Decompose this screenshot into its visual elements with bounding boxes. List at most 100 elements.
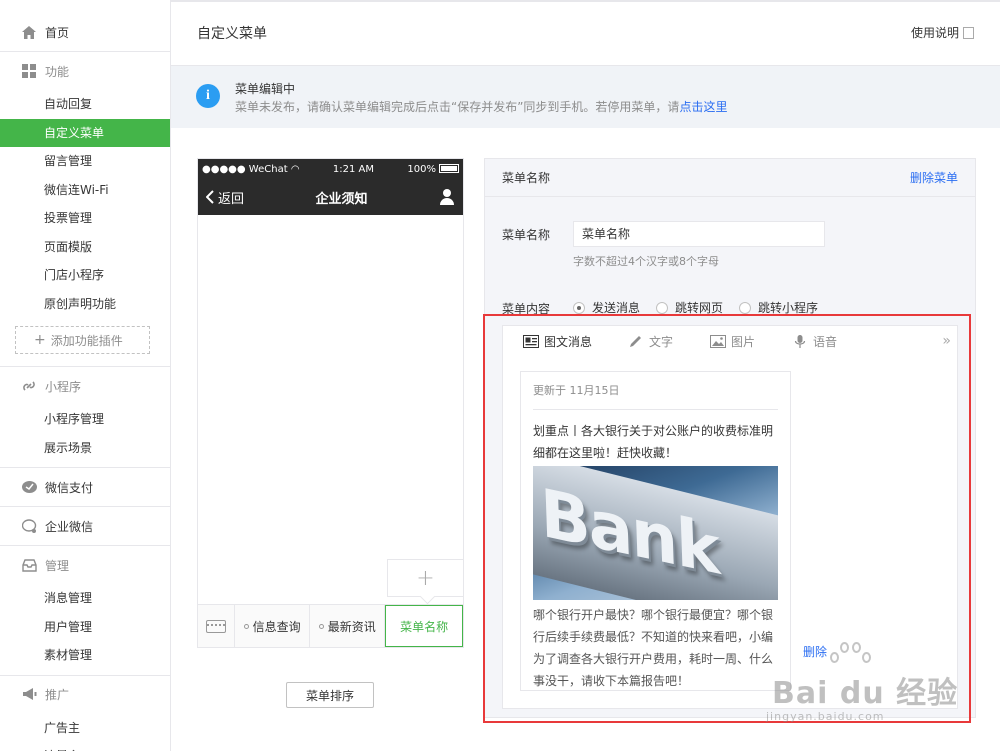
menu-name-input[interactable]: 菜单名称 [573,221,825,247]
sidebar-group-title: 管理 [0,546,170,584]
sidebar-group-title: 推广 [0,676,170,714]
menu-editor-panel: 菜单名称 删除菜单 菜单名称 菜单名称 字数不超过4个汉字或8个字母 菜单内容 … [484,158,976,718]
keyboard-icon [206,619,226,633]
radio-jump-miniprogram[interactable]: 跳转小程序 [739,299,818,316]
editor-header: 菜单名称 删除菜单 [485,159,975,197]
menu-item[interactable]: 信息查询 [235,605,311,647]
sidebar-item-custom-menu[interactable]: 自定义菜单 [0,118,170,147]
help-label: 使用说明 [910,26,959,40]
menu-item-selected[interactable]: 菜单名称 [385,605,463,647]
sidebar-item-scenes[interactable]: 展示场景 [0,434,170,463]
sidebar-home-label: 首页 [45,25,70,40]
battery-text: 100% [407,163,436,175]
status-time: 1:21 AM [332,163,375,175]
sidebar-item-auto-reply[interactable]: 自动回复 [0,90,170,119]
article-title: 划重点丨各大银行关于对公账户的收费标准明细都在这里啦！赶快收藏！ [533,424,774,460]
back-button[interactable]: 返回 [206,188,244,207]
sidebar-item-page-template[interactable]: 页面模版 [0,233,170,262]
sidebar-item-comments[interactable]: 留言管理 [0,147,170,176]
status-bar: ●●●●● WeChat ◠ 1:21 AM 100% [198,159,463,179]
radio-label: 发送消息 [592,301,641,315]
add-plugin-button[interactable]: + 添加功能插件 [15,326,150,354]
chat-icon [21,518,37,534]
sidebar-group-title: 小程序 [0,367,170,405]
delete-menu-link[interactable]: 删除菜单 [910,169,958,186]
sidebar-item-publisher[interactable]: 流量主 [0,742,170,751]
radio-send-message[interactable]: 发送消息 [573,299,640,316]
sidebar-item-wifi[interactable]: 微信连Wi-Fi [0,176,170,205]
notice-banner: i 菜单编辑中 菜单未发布，请确认菜单编辑完成后点击“保存并发布”同步到手机。若… [171,66,1000,128]
add-submenu-button[interactable]: + [387,559,464,597]
menu-item[interactable]: 最新资讯 [310,605,386,647]
grid-icon [21,63,37,79]
sidebar-item-wechat-pay[interactable]: 微信支付 [0,468,170,506]
menu-item-label: 菜单名称 [400,619,449,634]
pencil-icon [630,336,641,347]
sidebar-item-users[interactable]: 用户管理 [0,613,170,642]
phone-title: 企业须知 [315,191,368,207]
plus-icon: + [416,565,435,591]
tab-voice[interactable]: 语音 [792,333,874,350]
radio-icon [656,301,669,314]
tab-text[interactable]: 文字 [628,333,710,350]
sidebar-item-messages[interactable]: 消息管理 [0,584,170,613]
group-label-miniprogram: 小程序 [45,379,82,394]
battery-icon [438,164,459,173]
info-icon: i [196,84,220,108]
dot-icon [243,623,249,629]
article-cover-image: Bank [533,466,778,600]
sidebar-item-miniprogram-manage[interactable]: 小程序管理 [0,405,170,434]
wifi-icon: ◠ [290,163,300,175]
name-hint: 字数不超过4个汉字或8个字母 [573,255,719,268]
link-icon [21,378,37,394]
notice-link[interactable]: 点击这里 [679,100,727,114]
sidebar-item-original-declaration[interactable]: 原创声明功能 [0,290,170,319]
help-link[interactable]: 使用说明 [911,24,974,41]
message-type-tabs: 图文消息 文字 图片 语音 [503,326,957,358]
carrier-label: ●●●●● WeChat ◠ [202,164,300,175]
plus-icon: + [34,332,46,348]
sidebar-item-store-miniprogram[interactable]: 门店小程序 [0,261,170,290]
chevron-left-icon [206,190,214,204]
sidebar-item-advertiser[interactable]: 广告主 [0,714,170,743]
sidebar-item-vote[interactable]: 投票管理 [0,204,170,233]
content-type-radios: 发送消息 跳转网页 跳转小程序 [573,299,818,316]
megaphone-icon [21,687,37,703]
article-date: 更新于 11月15日 [533,372,778,410]
inbox-icon [21,557,37,573]
main-content: 自定义菜单 使用说明 i 菜单编辑中 菜单未发布，请确认菜单编辑完成后点击“保存… [171,0,1000,751]
group-label-pay: 微信支付 [45,480,94,495]
delete-article-link[interactable]: 删除 [803,643,827,660]
content-label: 菜单内容 [502,302,551,316]
editor-title: 菜单名称 [502,171,551,185]
radio-icon [739,301,752,314]
sidebar-item-materials[interactable]: 素材管理 [0,641,170,670]
sidebar-item-home[interactable]: 首页 [0,16,170,48]
wechat-pay-icon [21,479,37,495]
double-chevron-right-icon[interactable]: » [942,333,951,349]
tab-label: 文字 [649,335,674,349]
tab-rich-article[interactable]: 图文消息 [523,333,628,350]
menu-item-label: 信息查询 [252,619,301,634]
microphone-icon [794,335,806,348]
group-label-features: 功能 [45,64,70,79]
sidebar-group-features: 功能 自动回复 自定义菜单 留言管理 微信连Wi-Fi 投票管理 页面模版 门店… [0,52,170,367]
notice-message: 菜单未发布，请确认菜单编辑完成后点击“保存并发布”同步到手机。若停用菜单，请点击… [235,98,727,116]
user-icon[interactable] [439,189,455,205]
sidebar-item-work-wechat[interactable]: 企业微信 [0,507,170,545]
article-icon [523,335,539,348]
page-header: 自定义菜单 使用说明 [171,0,1000,66]
sidebar-group-promote: 推广 广告主 流量主 [0,676,170,751]
phone-preview: ●●●●● WeChat ◠ 1:21 AM 100% 返回 企业须知 + 信息… [197,158,464,648]
tab-image[interactable]: 图片 [710,333,792,350]
sidebar-group-manage: 管理 消息管理 用户管理 素材管理 [0,546,170,676]
phone-header: ●●●●● WeChat ◠ 1:21 AM 100% 返回 企业须知 [198,159,463,215]
menu-sort-button[interactable]: 菜单排序 [286,682,374,708]
dot-icon [318,623,324,629]
keyboard-toggle[interactable] [198,605,235,647]
notice-text-block: 菜单编辑中 菜单未发布，请确认菜单编辑完成后点击“保存并发布”同步到手机。若停用… [235,80,727,116]
article-card[interactable]: 更新于 11月15日 划重点丨各大银行关于对公账户的收费标准明细都在这里啦！赶快… [520,371,791,691]
tab-label: 图文消息 [544,335,593,349]
radio-jump-webpage[interactable]: 跳转网页 [656,299,723,316]
tab-label: 图片 [731,335,756,349]
